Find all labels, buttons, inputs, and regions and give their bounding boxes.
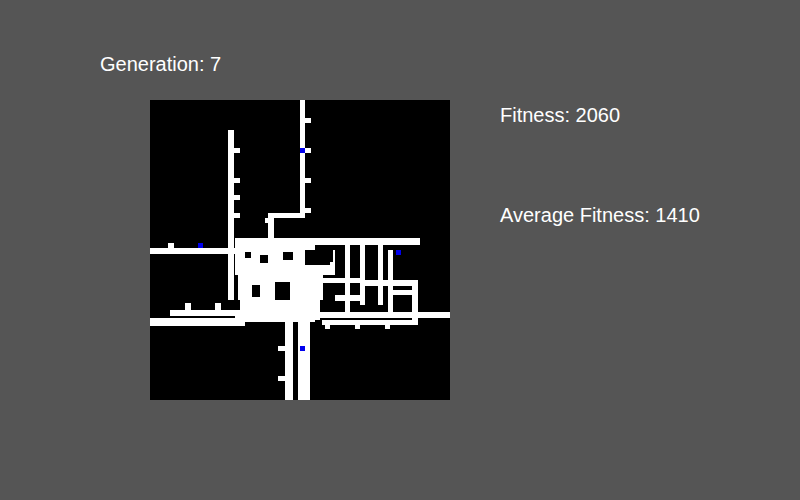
maze-wall <box>234 213 240 218</box>
average-fitness-label: Average Fitness: 1410 <box>500 203 700 227</box>
maze-wall <box>170 310 245 316</box>
maze-wall <box>278 376 286 381</box>
maze-wall <box>215 303 221 311</box>
maze-wall <box>270 213 305 218</box>
maze-wall <box>185 303 191 311</box>
maze-wall <box>150 248 235 254</box>
maze-wall <box>278 346 286 351</box>
maze-wall <box>360 245 365 305</box>
maze-hole <box>275 282 290 300</box>
maze-wall <box>335 295 360 301</box>
maze-wall <box>322 320 415 325</box>
maze-wall <box>320 278 360 283</box>
agent-dot <box>396 250 401 255</box>
maze-wall <box>385 324 390 329</box>
agent-dot <box>300 346 305 351</box>
maze-wall <box>378 245 383 305</box>
generation-label: Generation: 7 <box>100 52 800 76</box>
maze-wall <box>320 312 450 318</box>
maze-hole <box>252 285 260 297</box>
maze-wall <box>355 324 360 329</box>
maze-wall <box>234 195 240 200</box>
maze-wall <box>235 238 420 245</box>
maze-wall <box>234 178 240 183</box>
maze-wall <box>235 245 315 275</box>
maze-wall <box>305 208 311 213</box>
maze-wall <box>305 148 311 153</box>
maze-hole <box>325 250 333 262</box>
maze-hole <box>260 255 268 263</box>
agent-dot <box>300 148 305 153</box>
maze-wall <box>412 280 418 325</box>
fitness-label: Fitness: 2060 <box>500 103 700 127</box>
maze-wall <box>365 280 415 286</box>
maze-wall <box>265 218 271 223</box>
maze-hole <box>245 252 251 258</box>
maze-hole <box>283 252 293 260</box>
maze-wall <box>234 148 240 153</box>
maze-wall <box>305 118 311 123</box>
maze-wall <box>305 178 311 183</box>
maze-wall <box>168 243 174 249</box>
agent-dot <box>198 243 203 248</box>
maze-wall <box>150 318 245 326</box>
maze-wall <box>325 324 330 329</box>
maze-wall <box>285 300 293 400</box>
simulation-board <box>150 100 450 400</box>
